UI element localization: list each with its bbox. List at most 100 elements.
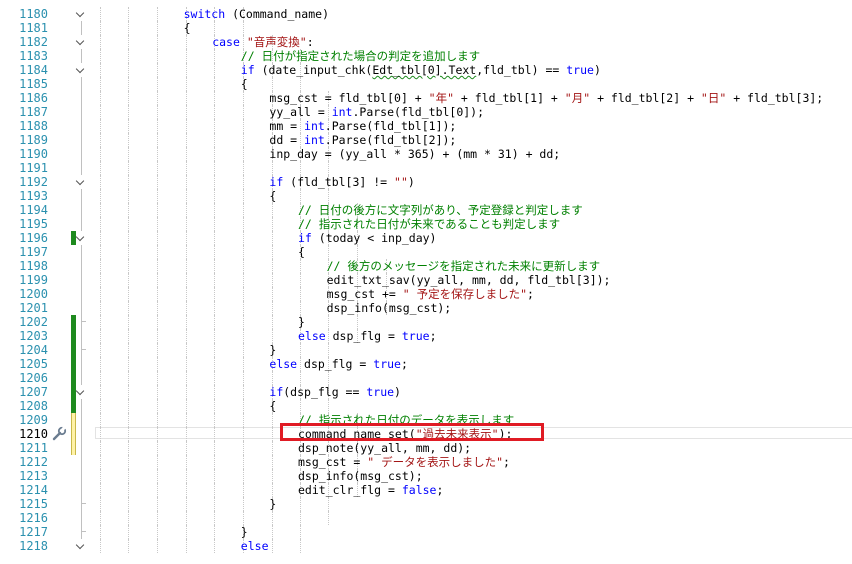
line-number: 1180 bbox=[19, 7, 48, 21]
indent-guide bbox=[157, 105, 158, 119]
code-text[interactable]: if(dsp_flg == true) bbox=[269, 385, 401, 399]
code-text[interactable]: if (date_input_chk(Edt_tbl[0].Text,fld_t… bbox=[241, 63, 601, 77]
code-text[interactable]: // 指示された日付が未来であることも判定します bbox=[298, 217, 560, 231]
fold-guide bbox=[81, 49, 82, 63]
code-line[interactable]: 1185 { bbox=[0, 77, 852, 91]
code-line[interactable]: 1181 { bbox=[0, 21, 852, 35]
code-text[interactable]: edit_txt_sav(yy_all, mm, dd, fld_tbl[3])… bbox=[327, 273, 611, 287]
code-text[interactable]: dsp_info(msg_cst); bbox=[327, 301, 452, 315]
code-line[interactable]: 1191 bbox=[0, 161, 852, 175]
line-number: 1191 bbox=[19, 161, 48, 175]
code-text[interactable]: else dsp_flg = true; bbox=[298, 329, 437, 343]
code-text[interactable]: { bbox=[269, 399, 276, 413]
code-line[interactable]: 1205 else dsp_flg = true; bbox=[0, 357, 852, 371]
chevron-down-icon[interactable] bbox=[75, 64, 85, 74]
wrench-icon[interactable] bbox=[51, 426, 67, 442]
fold-guide bbox=[81, 189, 82, 203]
code-text[interactable]: msg_cst = " データを表示しました"; bbox=[298, 455, 510, 469]
code-line[interactable]: 1211 dsp_note(yy_all, mm, dd); bbox=[0, 441, 852, 455]
indent-guide bbox=[328, 245, 329, 259]
code-editor[interactable]: 1180 switch (Command_name) 1181 {1182 case "… bbox=[0, 0, 852, 564]
code-line[interactable]: 1206 bbox=[0, 371, 852, 385]
code-text[interactable]: else dsp_flg = true; bbox=[269, 357, 408, 371]
code-text[interactable]: { bbox=[298, 245, 305, 259]
code-line[interactable]: 1218 else bbox=[0, 539, 852, 553]
code-line[interactable]: 1198 // 後方のメッセージを指定された未来に更新します bbox=[0, 259, 852, 273]
line-number: 1185 bbox=[19, 77, 48, 91]
code-text[interactable]: msg_cst = fld_tbl[0] + "年" + fld_tbl[1] … bbox=[269, 91, 823, 105]
code-text[interactable]: // 日付の後方に文字列があり、予定登録と判定します bbox=[298, 203, 583, 217]
chevron-down-icon[interactable] bbox=[75, 386, 85, 396]
code-text[interactable]: // 後方のメッセージを指定された未来に更新します bbox=[327, 259, 601, 273]
chevron-down-icon[interactable] bbox=[75, 8, 85, 18]
code-line[interactable]: 1180 switch (Command_name) bbox=[0, 7, 852, 21]
code-line[interactable]: 1186 msg_cst = fld_tbl[0] + "年" + fld_tbl… bbox=[0, 91, 852, 105]
code-line[interactable]: 1214 edit_clr_flg = false; bbox=[0, 483, 852, 497]
code-line[interactable]: 1196 if (today < inp_day) bbox=[0, 231, 852, 245]
code-text[interactable]: else bbox=[241, 539, 269, 553]
code-line[interactable]: 1184 if (date_input_chk(Edt_tbl[0].Text,f… bbox=[0, 63, 852, 77]
code-line[interactable]: 1217} bbox=[0, 525, 852, 539]
code-line[interactable]: 1193 { bbox=[0, 189, 852, 203]
chevron-down-icon[interactable] bbox=[75, 36, 85, 46]
code-text[interactable]: dd = int.Parse(fld_tbl[2]); bbox=[269, 133, 456, 147]
code-text[interactable]: } bbox=[269, 343, 276, 357]
code-line[interactable]: 1216 bbox=[0, 511, 852, 525]
chevron-down-icon[interactable] bbox=[75, 232, 85, 242]
indent-guide bbox=[186, 399, 187, 413]
code-line[interactable]: 1207 if(dsp_flg == true) bbox=[0, 385, 852, 399]
indent-guide bbox=[186, 511, 187, 525]
code-line[interactable]: 1204} bbox=[0, 343, 852, 357]
code-line[interactable]: 1199 edit_txt_sav(yy_all, mm, dd, fld_tbl… bbox=[0, 273, 852, 287]
indent-guide bbox=[214, 161, 215, 175]
code-text[interactable]: case "音声変換": bbox=[212, 35, 313, 49]
fold-guide bbox=[81, 119, 82, 133]
code-line[interactable]: 1202} bbox=[0, 315, 852, 329]
code-text[interactable]: if (fld_tbl[3] != "") bbox=[269, 175, 414, 189]
change-marker-saved bbox=[71, 357, 76, 371]
code-text[interactable]: } bbox=[298, 315, 305, 329]
chevron-down-icon[interactable] bbox=[75, 176, 85, 186]
code-text[interactable]: edit_clr_flg = false; bbox=[298, 483, 443, 497]
code-text[interactable]: msg_cst += " 予定を保存しました"; bbox=[327, 287, 534, 301]
indent-guide bbox=[214, 217, 215, 231]
code-line[interactable]: 1201 dsp_info(msg_cst); bbox=[0, 301, 852, 315]
code-text[interactable]: inp_day = (yy_all * 365) + (mm * 31) + d… bbox=[269, 147, 560, 161]
chevron-down-icon[interactable] bbox=[75, 540, 85, 550]
code-line[interactable]: 1192 if (fld_tbl[3] != "") bbox=[0, 175, 852, 189]
code-text[interactable]: } bbox=[241, 525, 248, 539]
code-text[interactable]: mm = int.Parse(fld_tbl[1]); bbox=[269, 119, 456, 133]
code-text[interactable]: if (today < inp_day) bbox=[298, 231, 436, 245]
code-text[interactable]: } bbox=[269, 497, 276, 511]
indent-guide bbox=[214, 413, 215, 427]
code-line[interactable]: 1190 inp_day = (yy_all * 365) + (mm * 31)… bbox=[0, 147, 852, 161]
code-text[interactable]: yy_all = int.Parse(fld_tbl[0]); bbox=[269, 105, 484, 119]
code-line[interactable]: 1183 // 日付が指定された場合の判定を追加します bbox=[0, 49, 852, 63]
code-line[interactable]: 1197 { bbox=[0, 245, 852, 259]
code-text[interactable]: switch (Command_name) bbox=[184, 7, 329, 21]
code-line[interactable]: 1189 dd = int.Parse(fld_tbl[2]); bbox=[0, 133, 852, 147]
code-line[interactable]: 1215} bbox=[0, 497, 852, 511]
indent-guide bbox=[157, 147, 158, 161]
code-line[interactable]: 1194 // 日付の後方に文字列があり、予定登録と判定します bbox=[0, 203, 852, 217]
code-text[interactable]: { bbox=[241, 77, 248, 91]
code-line[interactable]: 1187 yy_all = int.Parse(fld_tbl[0]); bbox=[0, 105, 852, 119]
indent-guide bbox=[100, 441, 101, 455]
code-line[interactable]: 1182 case "音声変換": bbox=[0, 35, 852, 49]
code-line[interactable]: 1200 msg_cst += " 予定を保存しました"; bbox=[0, 287, 852, 301]
code-line[interactable]: 1208 { bbox=[0, 399, 852, 413]
code-line[interactable]: 1195 // 指示された日付が未来であることも判定します bbox=[0, 217, 852, 231]
code-line[interactable]: 1188 mm = int.Parse(fld_tbl[1]); bbox=[0, 119, 852, 133]
code-text[interactable]: dsp_info(msg_cst); bbox=[298, 469, 423, 483]
indent-guide bbox=[214, 371, 215, 385]
code-line[interactable]: 1203 else dsp_flg = true; bbox=[0, 329, 852, 343]
code-line[interactable]: 1213 dsp_info(msg_cst); bbox=[0, 469, 852, 483]
code-text[interactable]: { bbox=[184, 21, 191, 35]
code-text[interactable]: // 日付が指定された場合の判定を追加します bbox=[241, 49, 480, 63]
code-text[interactable]: { bbox=[269, 189, 276, 203]
indent-guide bbox=[128, 427, 129, 441]
code-text[interactable]: dsp_note(yy_all, mm, dd); bbox=[298, 441, 471, 455]
code-line[interactable]: 1212 msg_cst = " データを表示しました"; bbox=[0, 455, 852, 469]
code-token: else bbox=[269, 357, 298, 371]
indent-guide bbox=[186, 217, 187, 231]
